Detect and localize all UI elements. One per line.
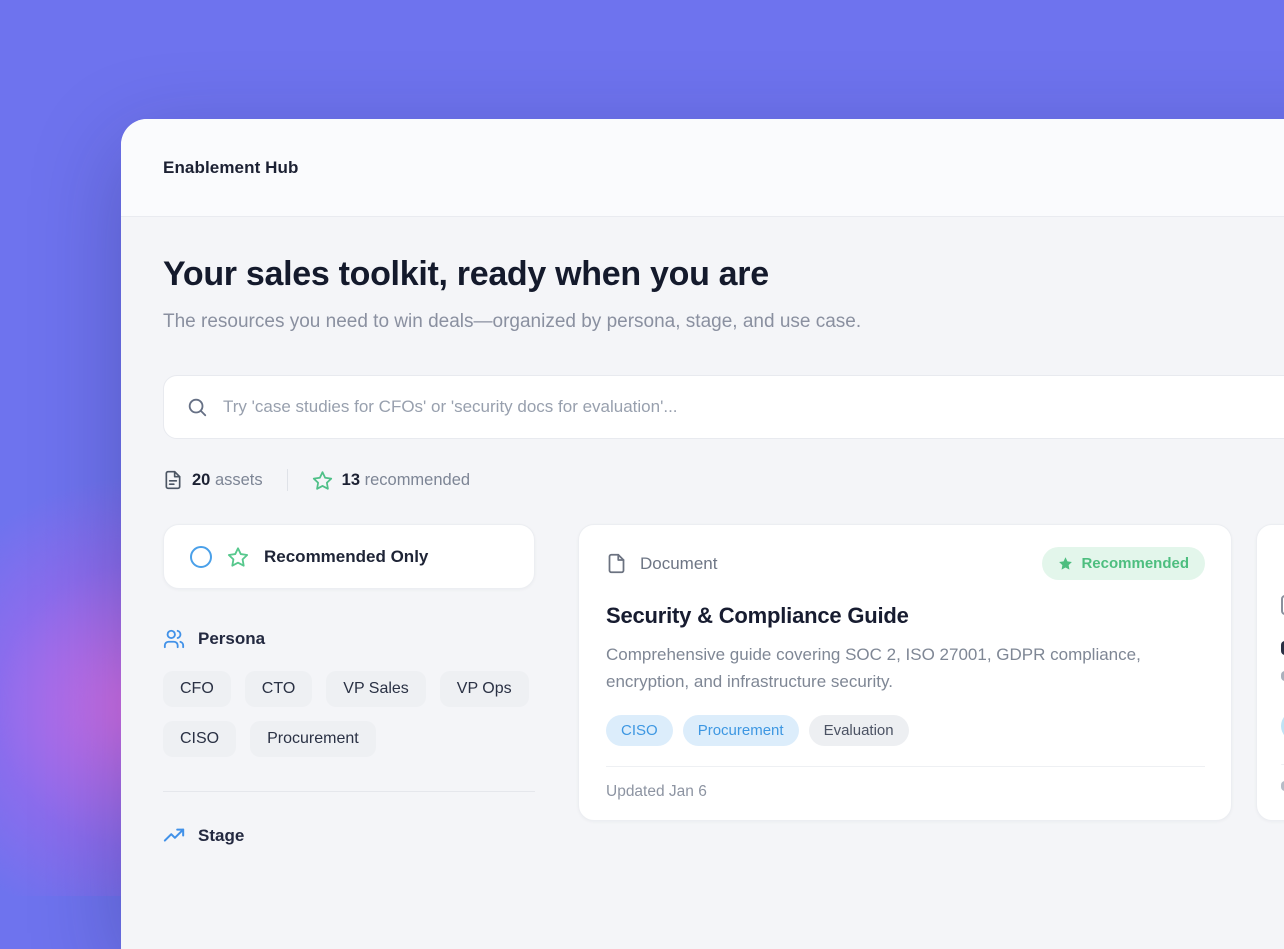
persona-chip-cfo[interactable]: CFO (163, 671, 231, 707)
assets-count: 20 (192, 471, 210, 489)
page-subtitle: The resources you need to win deals—orga… (163, 305, 995, 338)
recommended-badge-label: Recommended (1081, 555, 1189, 572)
asset-tag-list: CISO Procurement Evaluation (606, 715, 1205, 746)
star-outline-icon (312, 470, 333, 491)
stage-section-title: Stage (198, 826, 244, 846)
recommended-count-stat: 13 recommended (312, 470, 470, 491)
recommended-label: recommended (365, 471, 470, 489)
asset-description: Comprehensive guide covering SOC 2, ISO … (606, 641, 1151, 695)
star-filled-icon (1058, 556, 1073, 571)
persona-chip-procurement[interactable]: Procurement (250, 721, 376, 757)
panel-header: Enablement Hub (121, 119, 1284, 217)
assets-label: assets (215, 471, 263, 489)
stats-row: 20 assets 13 recommended (163, 469, 1284, 491)
page-title: Your sales toolkit, ready when you are (163, 255, 1284, 294)
star-outline-icon (227, 546, 249, 568)
recommended-badge: Recommended (1042, 547, 1205, 580)
filters-sidebar: Recommended Only Persona CFO (163, 524, 535, 847)
asset-updated: Updated Jan 6 (606, 783, 1205, 801)
recommended-only-label: Recommended Only (264, 547, 428, 567)
users-icon (163, 628, 185, 650)
recommended-only-toggle[interactable]: Recommended Only (163, 524, 535, 589)
sidebar-divider (163, 791, 535, 792)
persona-chip-cto[interactable]: CTO (245, 671, 312, 707)
app-title: Enablement Hub (163, 158, 299, 178)
file-icon (606, 553, 627, 574)
persona-chip-vp-ops[interactable]: VP Ops (440, 671, 529, 707)
tag-evaluation: Evaluation (809, 715, 909, 746)
asset-cards-row: Document Recommended Security & Complian… (578, 524, 1284, 821)
asset-title: Security & Compliance Guide (606, 603, 1205, 629)
trending-up-icon (163, 825, 185, 847)
tag-procurement: Procurement (683, 715, 799, 746)
persona-chip-vp-sales[interactable]: VP Sales (326, 671, 426, 707)
search-bar[interactable] (163, 375, 1284, 439)
stage-section-header: Stage (163, 825, 535, 847)
persona-chip-list: CFO CTO VP Sales VP Ops CISO Procurement (163, 671, 535, 757)
main-content: Your sales toolkit, ready when you are T… (121, 255, 1284, 847)
assets-count-stat: 20 assets (163, 470, 263, 490)
persona-section-title: Persona (198, 629, 265, 649)
search-input[interactable] (223, 397, 1284, 417)
enablement-hub-panel: Enablement Hub Your sales toolkit, ready… (121, 119, 1284, 949)
tag-ciso: CISO (606, 715, 673, 746)
asset-card-security-compliance-guide[interactable]: Document Recommended Security & Complian… (578, 524, 1232, 821)
recommended-count: 13 (342, 471, 360, 489)
asset-card-partial[interactable] (1256, 524, 1284, 821)
search-icon (186, 396, 208, 418)
persona-chip-ciso[interactable]: CISO (163, 721, 236, 757)
asset-type: Document (606, 553, 717, 574)
stats-divider (287, 469, 288, 491)
card-divider (606, 766, 1205, 767)
asset-type-label: Document (640, 554, 717, 574)
persona-section-header: Persona (163, 628, 535, 650)
toggle-circle-icon[interactable] (190, 546, 212, 568)
file-text-icon (163, 470, 183, 490)
